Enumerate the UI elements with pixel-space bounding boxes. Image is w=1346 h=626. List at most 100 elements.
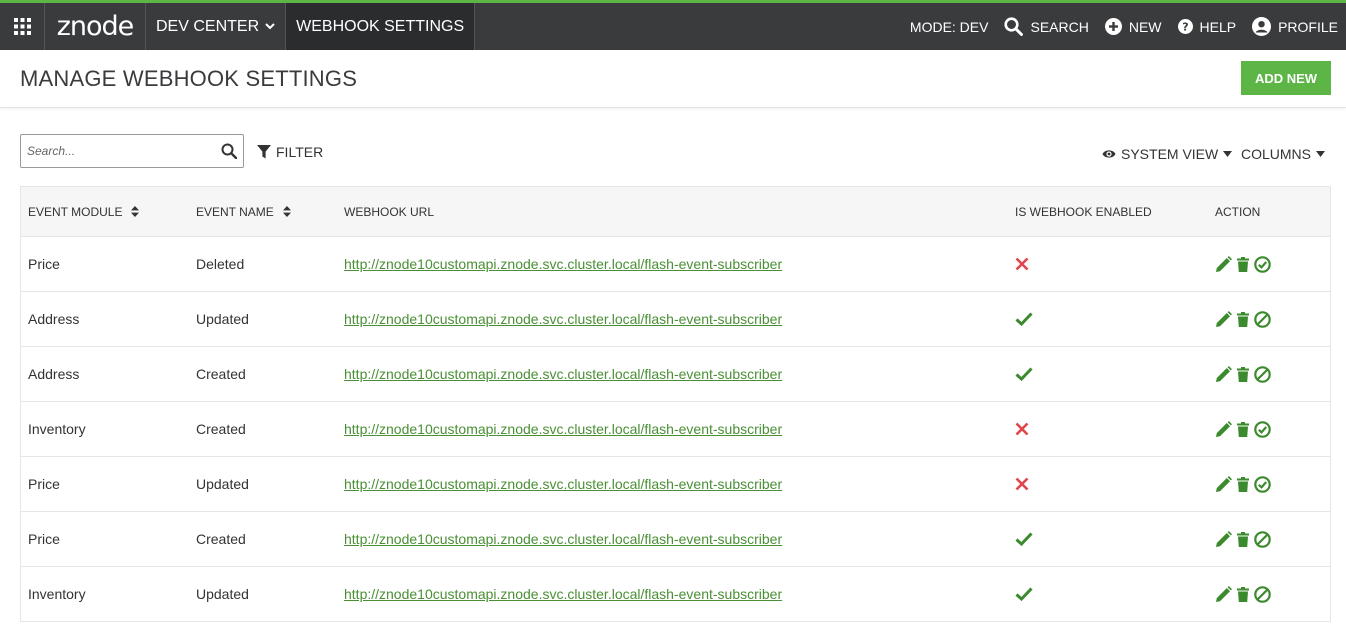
event-module-value: Inventory xyxy=(28,586,86,602)
ban-icon[interactable] xyxy=(1254,310,1271,328)
trash-icon[interactable] xyxy=(1237,366,1249,382)
webhook-url-cell: http://znode10customapi.znode.svc.cluste… xyxy=(344,476,782,492)
action-cell xyxy=(1215,530,1271,548)
filter-button[interactable]: FILTER xyxy=(257,144,323,160)
check-circle-icon[interactable] xyxy=(1254,255,1271,273)
webhook-url-cell: http://znode10customapi.znode.svc.cluste… xyxy=(344,311,782,327)
search-input[interactable] xyxy=(21,136,215,166)
check-icon xyxy=(1015,532,1033,546)
event-module-cell: Inventory xyxy=(28,586,86,602)
table-row: Price Updated http://znode10customapi.zn… xyxy=(20,457,1331,512)
header-event-module[interactable]: EVENT MODULE xyxy=(28,204,140,219)
chevron-down-icon xyxy=(265,23,275,30)
znode-logo[interactable]: znode xyxy=(45,3,146,50)
webhook-url-link[interactable]: http://znode10customapi.znode.svc.cluste… xyxy=(344,476,782,492)
webhook-url-link[interactable]: http://znode10customapi.znode.svc.cluste… xyxy=(344,586,782,602)
table-row: Address Updated http://znode10customapi.… xyxy=(20,292,1331,347)
event-module-value: Price xyxy=(28,531,60,547)
event-module-cell: Price xyxy=(28,531,60,547)
check-icon xyxy=(1015,367,1033,381)
header-event-name[interactable]: EVENT NAME xyxy=(196,205,291,219)
ban-icon[interactable] xyxy=(1254,530,1271,548)
search-nav-label: SEARCH xyxy=(1030,18,1089,35)
trash-icon[interactable] xyxy=(1237,476,1249,492)
webhook-url-link[interactable]: http://znode10customapi.znode.svc.cluste… xyxy=(344,256,782,272)
pencil-icon[interactable] xyxy=(1215,585,1232,603)
table-row: Price Created http://znode10customapi.zn… xyxy=(20,512,1331,567)
action-cell xyxy=(1215,365,1271,383)
nav-webhook-settings-label: WEBHOOK SETTINGS xyxy=(296,17,465,35)
trash-icon[interactable] xyxy=(1237,256,1249,272)
webhook-enabled-cell xyxy=(1015,312,1033,326)
row-actions xyxy=(1215,475,1271,493)
trash-icon[interactable] xyxy=(1237,421,1249,437)
event-module-cell: Address xyxy=(28,311,79,327)
search-nav-button[interactable]: SEARCH xyxy=(1004,17,1089,36)
check-circle-icon[interactable] xyxy=(1254,420,1271,438)
mode-indicator[interactable]: MODE: DEV xyxy=(910,19,989,35)
question-circle-icon: ? xyxy=(1177,19,1193,34)
table-body: Price Deleted http://znode10customapi.zn… xyxy=(20,237,1331,622)
event-name-value: Updated xyxy=(196,311,249,327)
row-actions xyxy=(1215,530,1271,548)
columns-dropdown[interactable]: COLUMNS xyxy=(1241,146,1326,162)
webhook-url-cell: http://znode10customapi.znode.svc.cluste… xyxy=(344,256,782,272)
help-nav-button[interactable]: ? HELP xyxy=(1177,19,1236,35)
nav-dev-center-label: DEV CENTER xyxy=(156,17,260,35)
check-circle-icon[interactable] xyxy=(1254,475,1271,493)
row-actions xyxy=(1215,310,1271,328)
nav-dev-center[interactable]: DEV CENTER xyxy=(146,3,287,50)
right-nav: MODE: DEV SEARCH NEW ? HELP PROFILE xyxy=(894,3,1346,50)
ban-icon[interactable] xyxy=(1254,585,1271,603)
pencil-icon[interactable] xyxy=(1215,420,1232,438)
header-event-name-label: EVENT NAME xyxy=(196,204,274,219)
search-submit-button[interactable] xyxy=(215,143,243,159)
action-cell xyxy=(1215,585,1271,603)
trash-icon[interactable] xyxy=(1237,311,1249,327)
search-icon xyxy=(221,143,237,159)
webhook-enabled-cell xyxy=(1015,532,1033,546)
system-view-dropdown[interactable]: SYSTEM VIEW xyxy=(1102,146,1237,162)
add-new-button[interactable]: ADD NEW xyxy=(1241,61,1331,95)
profile-nav-button[interactable]: PROFILE xyxy=(1252,17,1338,36)
row-actions xyxy=(1215,420,1271,438)
pencil-icon[interactable] xyxy=(1215,365,1232,383)
webhook-url-link[interactable]: http://znode10customapi.znode.svc.cluste… xyxy=(344,531,782,547)
table-row: Inventory Updated http://znode10customap… xyxy=(20,567,1331,622)
pencil-icon[interactable] xyxy=(1215,530,1232,548)
webhook-url-link[interactable]: http://znode10customapi.znode.svc.cluste… xyxy=(344,421,782,437)
trash-icon[interactable] xyxy=(1237,531,1249,547)
nav-webhook-settings[interactable]: WEBHOOK SETTINGS xyxy=(286,3,476,50)
trash-icon[interactable] xyxy=(1237,586,1249,602)
table-row: Inventory Created http://znode10customap… xyxy=(20,402,1331,457)
user-circle-icon xyxy=(1252,17,1272,36)
event-module-cell: Address xyxy=(28,366,79,382)
event-name-cell: Updated xyxy=(196,311,249,327)
action-cell xyxy=(1215,310,1271,328)
new-nav-button[interactable]: NEW xyxy=(1104,18,1162,35)
webhook-url-link[interactable]: http://znode10customapi.znode.svc.cluste… xyxy=(344,311,782,327)
webhook-url-cell: http://znode10customapi.znode.svc.cluste… xyxy=(344,421,782,437)
pencil-icon[interactable] xyxy=(1215,475,1232,493)
header-event-module-label: EVENT MODULE xyxy=(28,204,123,219)
webhook-enabled-cell xyxy=(1015,367,1033,381)
sort-icon xyxy=(131,206,140,217)
caret-down-icon xyxy=(1316,151,1326,157)
pencil-icon[interactable] xyxy=(1215,310,1232,328)
webhook-enabled-cell xyxy=(1015,587,1033,601)
pencil-icon[interactable] xyxy=(1215,255,1232,273)
new-nav-label: NEW xyxy=(1128,18,1162,35)
event-name-value: Created xyxy=(196,366,246,382)
header-webhook-url: WEBHOOK URL xyxy=(344,205,434,219)
webhook-url-cell: http://znode10customapi.znode.svc.cluste… xyxy=(344,586,782,602)
grid-icon xyxy=(13,18,31,35)
webhook-url-link[interactable]: http://znode10customapi.znode.svc.cluste… xyxy=(344,366,782,382)
apps-grid-button[interactable] xyxy=(0,3,45,50)
system-view-label: SYSTEM VIEW xyxy=(1121,146,1219,162)
plus-circle-icon xyxy=(1104,18,1122,35)
columns-label: COLUMNS xyxy=(1241,146,1312,162)
svg-text:?: ? xyxy=(1182,21,1188,34)
ban-icon[interactable] xyxy=(1254,365,1271,383)
header-is-webhook-enabled-label: IS WEBHOOK ENABLED xyxy=(1015,204,1152,219)
event-module-value: Price xyxy=(28,476,60,492)
